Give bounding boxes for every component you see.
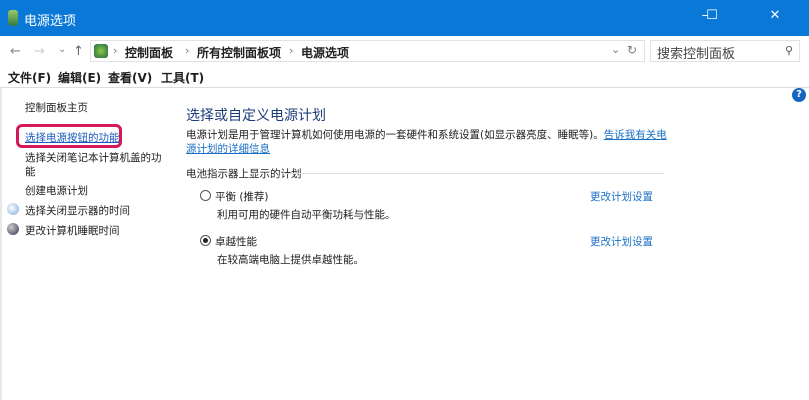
menu-file[interactable]: 文件(F): [8, 69, 51, 86]
menu-tools[interactable]: 工具(T): [161, 69, 204, 86]
sidebar-create-plan[interactable]: 创建电源计划: [25, 183, 88, 198]
close-button[interactable]: ✕: [760, 8, 790, 28]
radio-ultimate-performance[interactable]: [200, 235, 211, 246]
title-bar: 电源选项 – ☐ ✕: [0, 0, 809, 36]
address-dropdown-icon[interactable]: ⌄: [611, 43, 620, 56]
chevron-right-icon[interactable]: ›: [289, 44, 293, 57]
left-border: [0, 88, 2, 400]
sleep-icon: [7, 223, 19, 235]
search-icon[interactable]: ⚲: [785, 44, 793, 57]
breadcrumb-power-options[interactable]: 电源选项: [301, 44, 349, 61]
breadcrumb-all-items[interactable]: 所有控制面板项: [197, 44, 281, 61]
menu-view[interactable]: 查看(V): [108, 69, 152, 86]
breadcrumb-control-panel[interactable]: 控制面板: [125, 44, 173, 61]
plan-desc-ultimate: 在较高端电脑上提供卓越性能。: [217, 254, 364, 266]
power-options-icon: [8, 10, 18, 26]
radio-balanced[interactable]: [200, 190, 211, 201]
display-icon: [7, 203, 19, 215]
change-plan-settings-balanced[interactable]: 更改计划设置: [590, 189, 653, 204]
refresh-icon[interactable]: ↻: [627, 43, 637, 57]
plan-desc-balanced: 利用可用的硬件自动平衡功耗与性能。: [217, 209, 396, 221]
chevron-right-icon[interactable]: ›: [113, 44, 117, 57]
search-placeholder: 搜索控制面板: [657, 47, 736, 62]
control-panel-icon: [94, 44, 108, 58]
sidebar-sleep-time[interactable]: 更改计算机睡眠时间: [25, 223, 120, 238]
recent-locations-button[interactable]: ⌄: [58, 44, 66, 55]
description: 电源计划是用于管理计算机如何使用电源的一套硬件和系统设置(如显示器亮度、睡眠等)…: [186, 128, 676, 156]
help-icon[interactable]: ?: [792, 88, 806, 102]
menu-edit[interactable]: 编辑(E): [58, 69, 101, 86]
search-input[interactable]: 搜索控制面板 ⚲: [650, 40, 800, 62]
up-button[interactable]: ↑: [73, 44, 84, 59]
address-bar[interactable]: › 控制面板 › 所有控制面板项 › 电源选项 ⌄ ↻: [90, 40, 645, 62]
change-plan-settings-ultimate[interactable]: 更改计划设置: [590, 234, 653, 249]
plan-name-ultimate[interactable]: 卓越性能: [215, 234, 257, 249]
sidebar-display-off-time[interactable]: 选择关闭显示器的时间: [25, 203, 130, 218]
sidebar-home[interactable]: 控制面板主页: [25, 100, 88, 115]
forward-button[interactable]: →: [34, 44, 45, 59]
window-title: 电源选项: [24, 14, 77, 29]
chevron-right-icon[interactable]: ›: [185, 44, 189, 57]
back-button[interactable]: ←: [10, 44, 21, 59]
plan-name-balanced[interactable]: 平衡 (推荐): [215, 189, 269, 204]
sidebar-lid-close-function-cont[interactable]: 能: [25, 164, 36, 179]
sidebar-lid-close-function[interactable]: 选择关闭笔记本计算机盖的功: [25, 150, 162, 165]
address-bar-row: ← → ⌄ ↑ › 控制面板 › 所有控制面板项 › 电源选项 ⌄ ↻ 搜索控制…: [0, 36, 809, 66]
sidebar-power-button-function[interactable]: 选择电源按钮的功能: [25, 130, 120, 145]
description-text: 电源计划是用于管理计算机如何使用电源的一套硬件和系统设置(如显示器亮度、睡眠等)…: [186, 129, 604, 141]
divider: [282, 173, 664, 174]
page-title: 选择或自定义电源计划: [186, 108, 326, 124]
maximize-button[interactable]: ☐: [697, 8, 727, 28]
menu-bar: 文件(F) 编辑(E) 查看(V) 工具(T): [0, 66, 809, 88]
